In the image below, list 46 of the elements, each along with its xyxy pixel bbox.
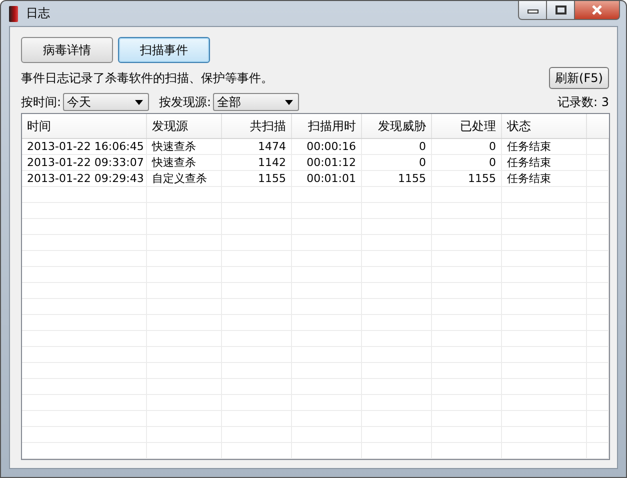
column-header[interactable]: 状态 <box>502 114 587 138</box>
table-cell: 2013-01-22 16:06:45 <box>22 139 147 154</box>
column-header[interactable]: 已处理 <box>432 114 502 138</box>
table-cell: 任务结束 <box>502 155 587 170</box>
close-button[interactable] <box>575 1 620 20</box>
table-cell: 1155 <box>222 171 292 186</box>
filter-dropdown[interactable]: 今天 <box>63 93 150 111</box>
table-cell: 0 <box>432 139 502 154</box>
table-cell: 1155 <box>432 171 502 186</box>
table-cell: 1474 <box>222 139 292 154</box>
maximize-icon <box>554 5 566 15</box>
tab[interactable]: 扫描事件 <box>118 37 210 63</box>
table-cell: 0 <box>432 155 502 170</box>
table-cell: 快速查杀 <box>147 155 222 170</box>
table-cell: 00:00:16 <box>292 139 362 154</box>
column-header[interactable]: 发现威胁 <box>362 114 432 138</box>
filter-label: 按时间: <box>21 94 62 110</box>
record-count: 记录数: 3 <box>558 94 609 111</box>
caret-icon <box>135 100 144 104</box>
description-text: 事件日志记录了杀毒软件的扫描、保护等事件。 <box>21 70 273 87</box>
table-cell: 00:01:01 <box>292 171 362 186</box>
filter-label: 按发现源: <box>159 94 212 110</box>
column-header[interactable]: 发现源 <box>147 114 222 138</box>
table-cell: 1155 <box>362 171 432 186</box>
table-cell: 2013-01-22 09:33:07 <box>22 155 147 170</box>
window-title: 日志 <box>26 5 51 22</box>
table-cell: 0 <box>362 155 432 170</box>
table-cell: 任务结束 <box>502 139 587 154</box>
table-cell: 1142 <box>222 155 292 170</box>
table-cell: 0 <box>362 139 432 154</box>
tab[interactable]: 病毒详情 <box>21 37 113 63</box>
table-cell: 快速查杀 <box>147 139 222 154</box>
table-cell: 00:01:12 <box>292 155 362 170</box>
table-cell: 任务结束 <box>502 171 587 186</box>
maximize-button[interactable] <box>547 1 575 20</box>
caret-icon <box>285 100 294 104</box>
column-header[interactable]: 扫描用时 <box>292 114 362 138</box>
refresh-button[interactable]: 刷新(F5) <box>549 67 609 89</box>
filter-dropdown[interactable]: 全部 <box>213 93 300 111</box>
app-icon <box>9 6 18 22</box>
column-header[interactable]: 时间 <box>22 114 147 138</box>
column-header[interactable]: 共扫描 <box>222 114 292 138</box>
close-icon <box>591 5 603 15</box>
table-cell: 自定义查杀 <box>147 171 222 186</box>
minimize-button[interactable] <box>518 1 547 20</box>
table-cell: 2013-01-22 09:29:43 <box>22 171 147 186</box>
